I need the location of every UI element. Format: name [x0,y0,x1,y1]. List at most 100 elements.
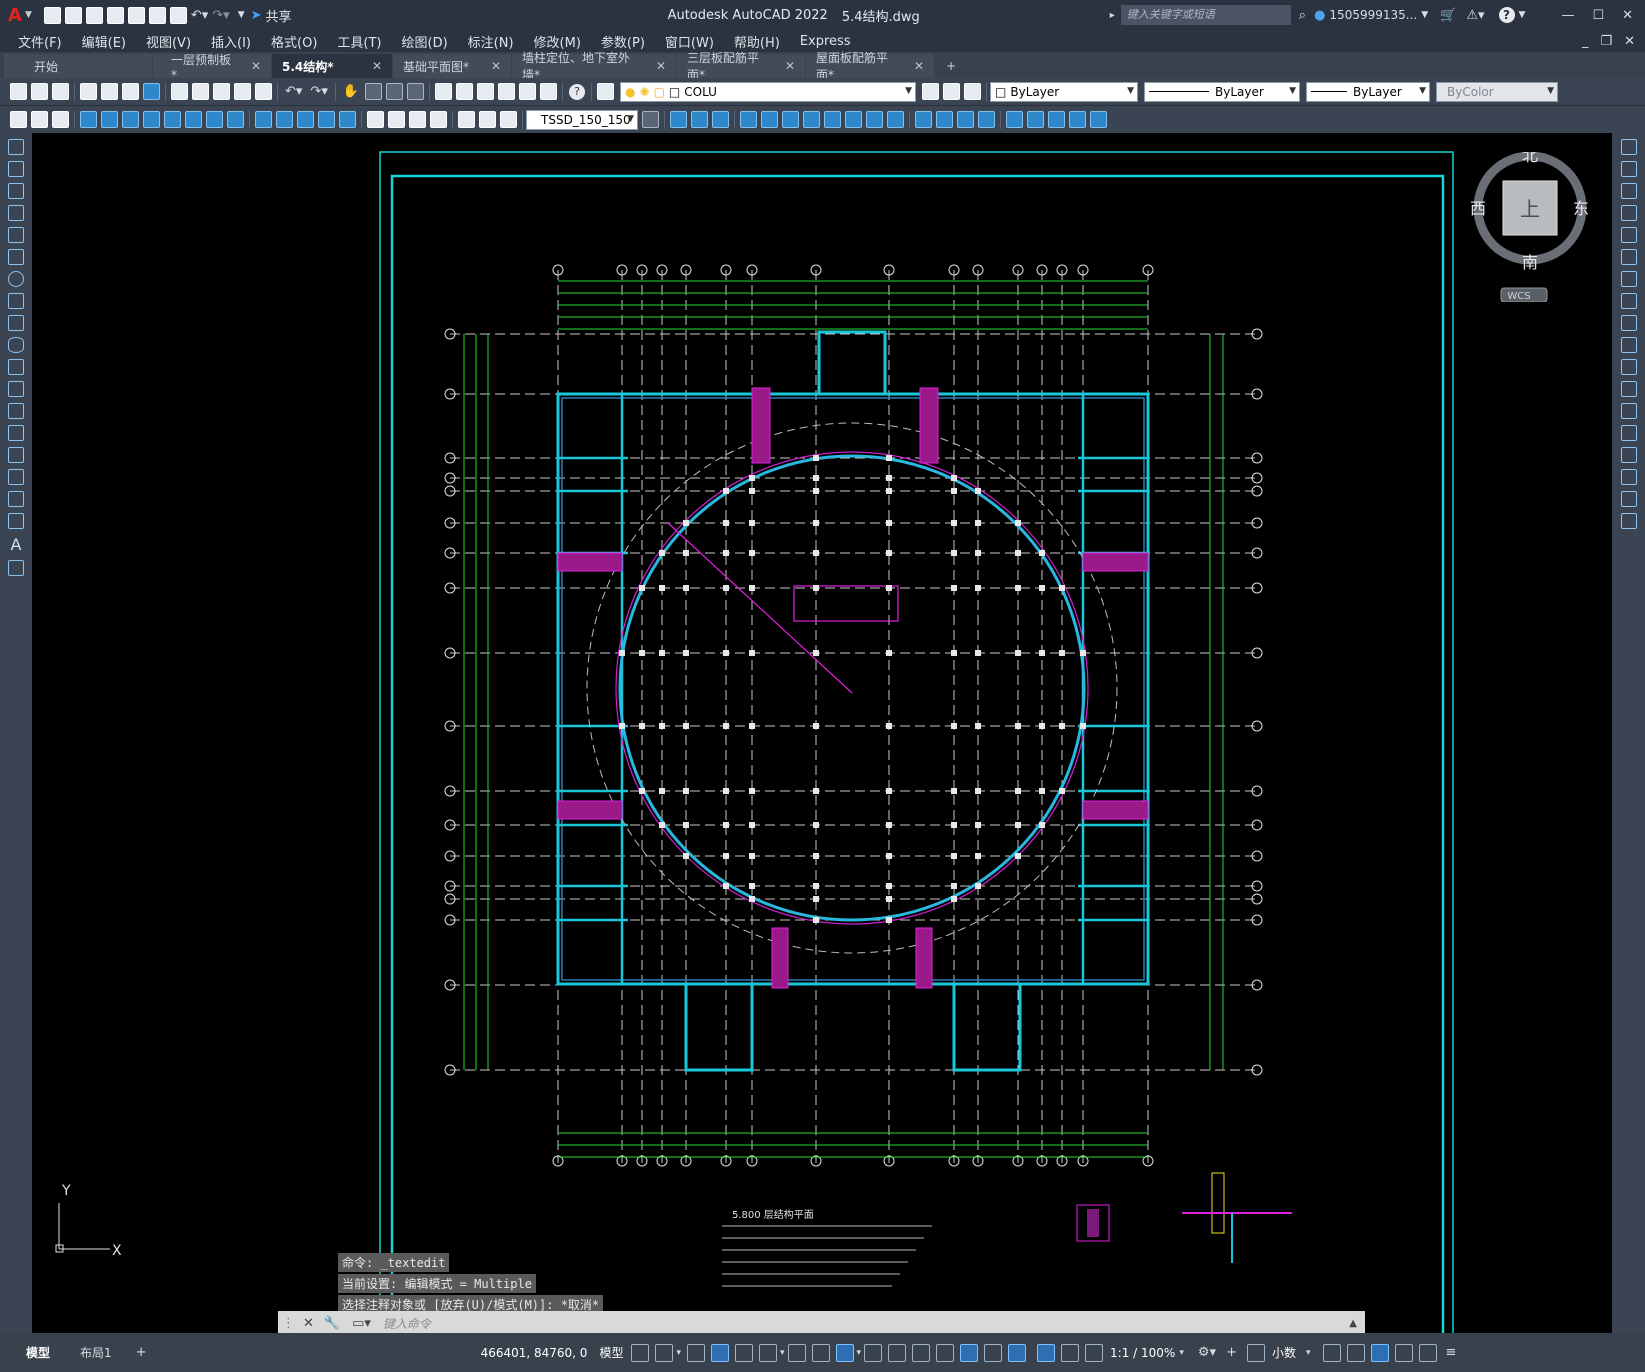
point-icon[interactable] [1048,111,1065,128]
model-tab[interactable]: 模型 [26,1344,50,1361]
mtext-icon[interactable]: A [0,535,32,554]
qsave-icon[interactable] [52,83,69,100]
user-icon[interactable]: ● [1314,8,1325,23]
offset-icon[interactable] [1620,205,1637,221]
cart-icon[interactable]: 🛒 [1440,8,1456,23]
linetype-dropdown[interactable]: ByLayer ▼ [1144,81,1301,102]
table-icon[interactable] [8,513,24,529]
menu-dimension[interactable]: 标注(N) [468,32,514,51]
rotate-icon[interactable] [1620,271,1637,287]
modify-extend-icon[interactable] [866,111,883,128]
paste-icon[interactable] [213,83,230,100]
add-layout-button[interactable]: + [136,1345,147,1360]
extend-icon[interactable] [1620,359,1637,375]
jogged-linear-icon[interactable] [430,111,447,128]
move-icon[interactable] [1620,249,1637,265]
dim-style-manager-icon[interactable] [642,111,659,128]
units-icon[interactable] [1246,1343,1265,1362]
make-block-left-icon[interactable] [8,403,24,419]
dim-jogged-icon[interactable] [185,111,202,128]
save-as-icon[interactable] [106,6,124,24]
share-button[interactable]: 共享 [266,6,292,25]
zoom-realtime-icon[interactable] [365,83,383,100]
drawing-canvas[interactable]: Y X 5.800 层结构平面 [32,133,1612,1343]
design-center-icon[interactable] [456,83,474,100]
quickcalc-icon[interactable] [540,83,558,100]
insert-block-left-icon[interactable] [8,381,24,397]
menu-file[interactable]: 文件(F) [18,32,62,51]
dim-edit-icon[interactable] [458,111,475,128]
coordinates-readout[interactable]: 466401, 84760, 0 [481,1346,588,1360]
print-preview-icon[interactable] [101,83,118,100]
tab-first-floor-precast[interactable]: 一层预制板* ✕ [153,53,271,82]
menu-view[interactable]: 视图(V) [146,32,191,51]
command-customize-icon[interactable]: 🔧 [324,1316,340,1331]
quick-dim-icon[interactable] [255,111,272,128]
modify-move-icon[interactable] [761,111,778,128]
command-close-icon[interactable]: ✕ [303,1316,314,1331]
arc-icon[interactable] [8,249,24,265]
cut-icon[interactable] [171,83,188,100]
grid-icon[interactable] [631,1343,650,1362]
dim-aligned-icon[interactable] [101,111,118,128]
dim-update-icon[interactable] [500,111,517,128]
save-to-web-icon[interactable] [148,6,166,24]
maximize-button[interactable]: ☐ [1592,8,1604,23]
gradient-icon[interactable] [1090,111,1107,128]
menu-express[interactable]: Express [800,34,851,49]
qnew-icon[interactable] [10,83,27,100]
construction-line-icon[interactable] [8,161,24,177]
plot-icon[interactable] [169,6,187,24]
redo-icon[interactable]: ↷▾ [212,8,229,23]
revision-cloud-icon[interactable] [8,293,24,309]
inspect-icon[interactable] [409,111,426,128]
selection-cycling-icon[interactable] [912,1343,931,1362]
menu-parametric[interactable]: 参数(P) [601,32,645,51]
workspace-gear-icon[interactable]: ⚙▾ [1198,1345,1216,1360]
3d-osnap-icon[interactable] [936,1343,955,1362]
autodesk-app-icon[interactable]: ⚠▾ [1466,8,1484,23]
array-icon[interactable] [1620,227,1637,243]
lineweight-icon[interactable] [864,1343,883,1362]
erase-icon[interactable] [1620,139,1637,155]
open-file-icon[interactable] [64,6,82,24]
region-icon[interactable] [8,491,24,507]
block-editor-icon[interactable] [255,83,272,100]
new-tab-button[interactable]: + [935,54,967,78]
dim-ordinate-icon[interactable] [143,111,160,128]
zoom-previous-icon[interactable] [407,83,425,100]
auto-scale-icon[interactable] [1061,1343,1080,1362]
modify-array-icon[interactable] [740,111,757,128]
hardware-accel-icon[interactable] [1394,1343,1413,1362]
break-at-point-icon[interactable] [1620,381,1637,397]
ellipse-arc-icon[interactable] [8,359,24,375]
selection-filter-icon[interactable] [984,1343,1003,1362]
isodraft-icon[interactable] [787,1343,806,1362]
redo-tb-icon[interactable]: ↷▾ [310,84,327,99]
chamfer-icon[interactable] [1620,447,1637,463]
dim-space-icon[interactable] [318,111,335,128]
annotation-visibility-icon[interactable] [1037,1343,1056,1362]
add-selected-icon[interactable] [8,560,24,576]
search-icon[interactable]: ⌕ [1299,8,1306,23]
copy-icon[interactable] [192,83,209,100]
modify-copy-icon[interactable] [670,111,687,128]
insert-block-icon[interactable] [1006,111,1023,128]
infer-constraints-icon[interactable] [686,1343,705,1362]
undo-icon[interactable]: ↶▾ [191,8,208,23]
scale-icon[interactable] [1620,293,1637,309]
minimize-button[interactable]: — [1561,8,1574,23]
tab-close-icon[interactable]: ✕ [914,59,924,73]
ortho-icon[interactable] [734,1343,753,1362]
menu-window[interactable]: 窗口(W) [665,32,714,51]
tolerance-icon[interactable] [367,111,384,128]
menu-modify[interactable]: 修改(M) [534,32,581,51]
modify-scale-icon[interactable] [803,111,820,128]
modify-break-icon[interactable] [887,111,904,128]
polygon-icon[interactable] [8,205,24,221]
menu-draw[interactable]: 绘图(D) [402,32,448,51]
spline-icon[interactable] [8,315,24,331]
lineweight-dropdown[interactable]: ByLayer ▼ [1306,81,1431,102]
rectangle-icon[interactable] [8,227,24,243]
modify-offset-icon[interactable] [712,111,729,128]
